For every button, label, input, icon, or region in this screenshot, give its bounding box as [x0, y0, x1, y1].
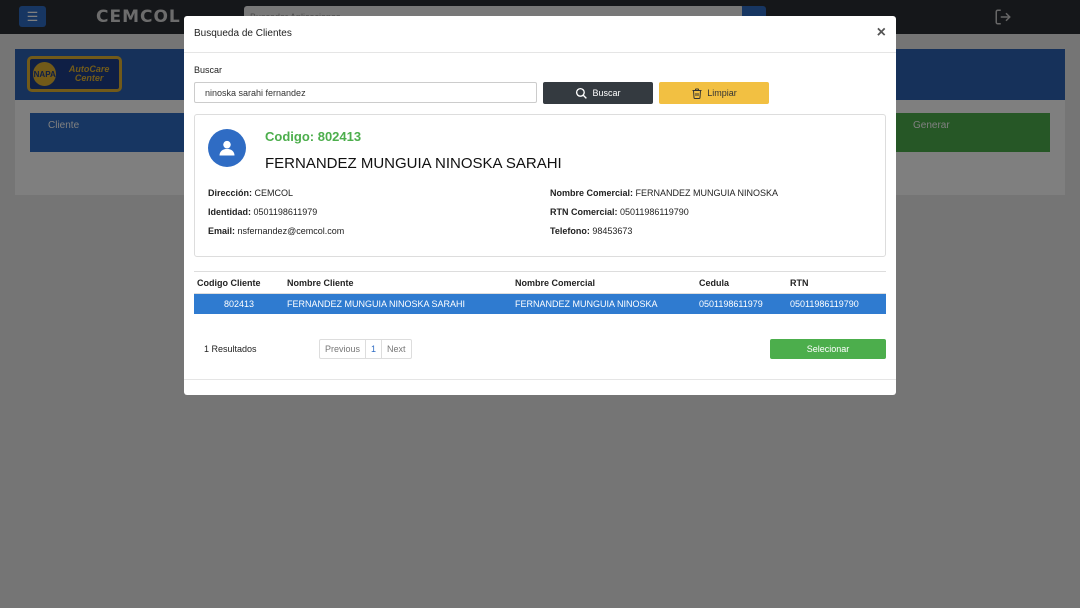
direccion-info: Dirección: CEMCOL: [208, 188, 294, 198]
limpiar-button[interactable]: Limpiar: [659, 82, 769, 104]
modal-title: Busqueda de Clientes: [194, 28, 292, 39]
search-icon: [576, 87, 588, 99]
col-nombre-comercial[interactable]: Nombre Comercial: [512, 271, 696, 294]
pagination-page-1[interactable]: 1: [366, 340, 383, 358]
client-search-input[interactable]: [194, 82, 537, 103]
table-row[interactable]: 802413 FERNANDEZ MUNGUIA NINOSKA SARAHI …: [194, 293, 886, 314]
cell-comercial: FERNANDEZ MUNGUIA NINOSKA: [512, 293, 696, 314]
selecionar-button[interactable]: Selecionar: [770, 339, 886, 359]
avatar: [208, 129, 246, 167]
identidad-info: Identidad: 0501198611979: [208, 207, 318, 217]
col-rtn[interactable]: RTN: [787, 271, 886, 294]
client-name: FERNANDEZ MUNGUIA NINOSKA SARAHI: [265, 155, 562, 172]
rtn-info: RTN Comercial: 05011986119790: [550, 207, 689, 217]
trash-icon: [692, 88, 702, 99]
results-table: Codigo Cliente Nombre Cliente Nombre Com…: [194, 271, 886, 314]
pagination: Previous 1 Next: [319, 339, 412, 359]
client-search-modal: Busqueda de Clientes × Buscar Buscar Lim…: [184, 16, 896, 395]
client-detail-card: Codigo: 802413 FERNANDEZ MUNGUIA NINOSKA…: [194, 114, 886, 257]
nombre-comercial-info: Nombre Comercial: FERNANDEZ MUNGUIA NINO…: [550, 188, 779, 198]
cell-cedula: 0501198611979: [696, 293, 787, 314]
results-count: 1 Resultados: [204, 344, 257, 354]
user-icon: [219, 140, 235, 156]
search-label: Buscar: [194, 65, 223, 75]
pagination-next[interactable]: Next: [382, 340, 411, 358]
pagination-previous[interactable]: Previous: [320, 340, 367, 358]
cell-rtn: 05011986119790: [787, 293, 886, 314]
close-icon[interactable]: ×: [877, 25, 886, 41]
modal-header: Busqueda de Clientes ×: [184, 16, 896, 53]
col-cedula[interactable]: Cedula: [696, 271, 787, 294]
col-nombre-cliente[interactable]: Nombre Cliente: [284, 271, 512, 294]
buscar-button[interactable]: Buscar: [543, 82, 653, 104]
client-code: Codigo: 802413: [265, 129, 362, 144]
col-codigo-cliente[interactable]: Codigo Cliente: [194, 271, 284, 294]
telefono-info: Telefono: 98453673: [550, 226, 633, 236]
modal-footer: [184, 379, 896, 380]
cell-nombre: FERNANDEZ MUNGUIA NINOSKA SARAHI: [284, 293, 512, 314]
cell-codigo: 802413: [194, 293, 284, 314]
email-info: Email: nsfernandez@cemcol.com: [208, 226, 345, 236]
table-header-row: Codigo Cliente Nombre Cliente Nombre Com…: [194, 271, 886, 294]
